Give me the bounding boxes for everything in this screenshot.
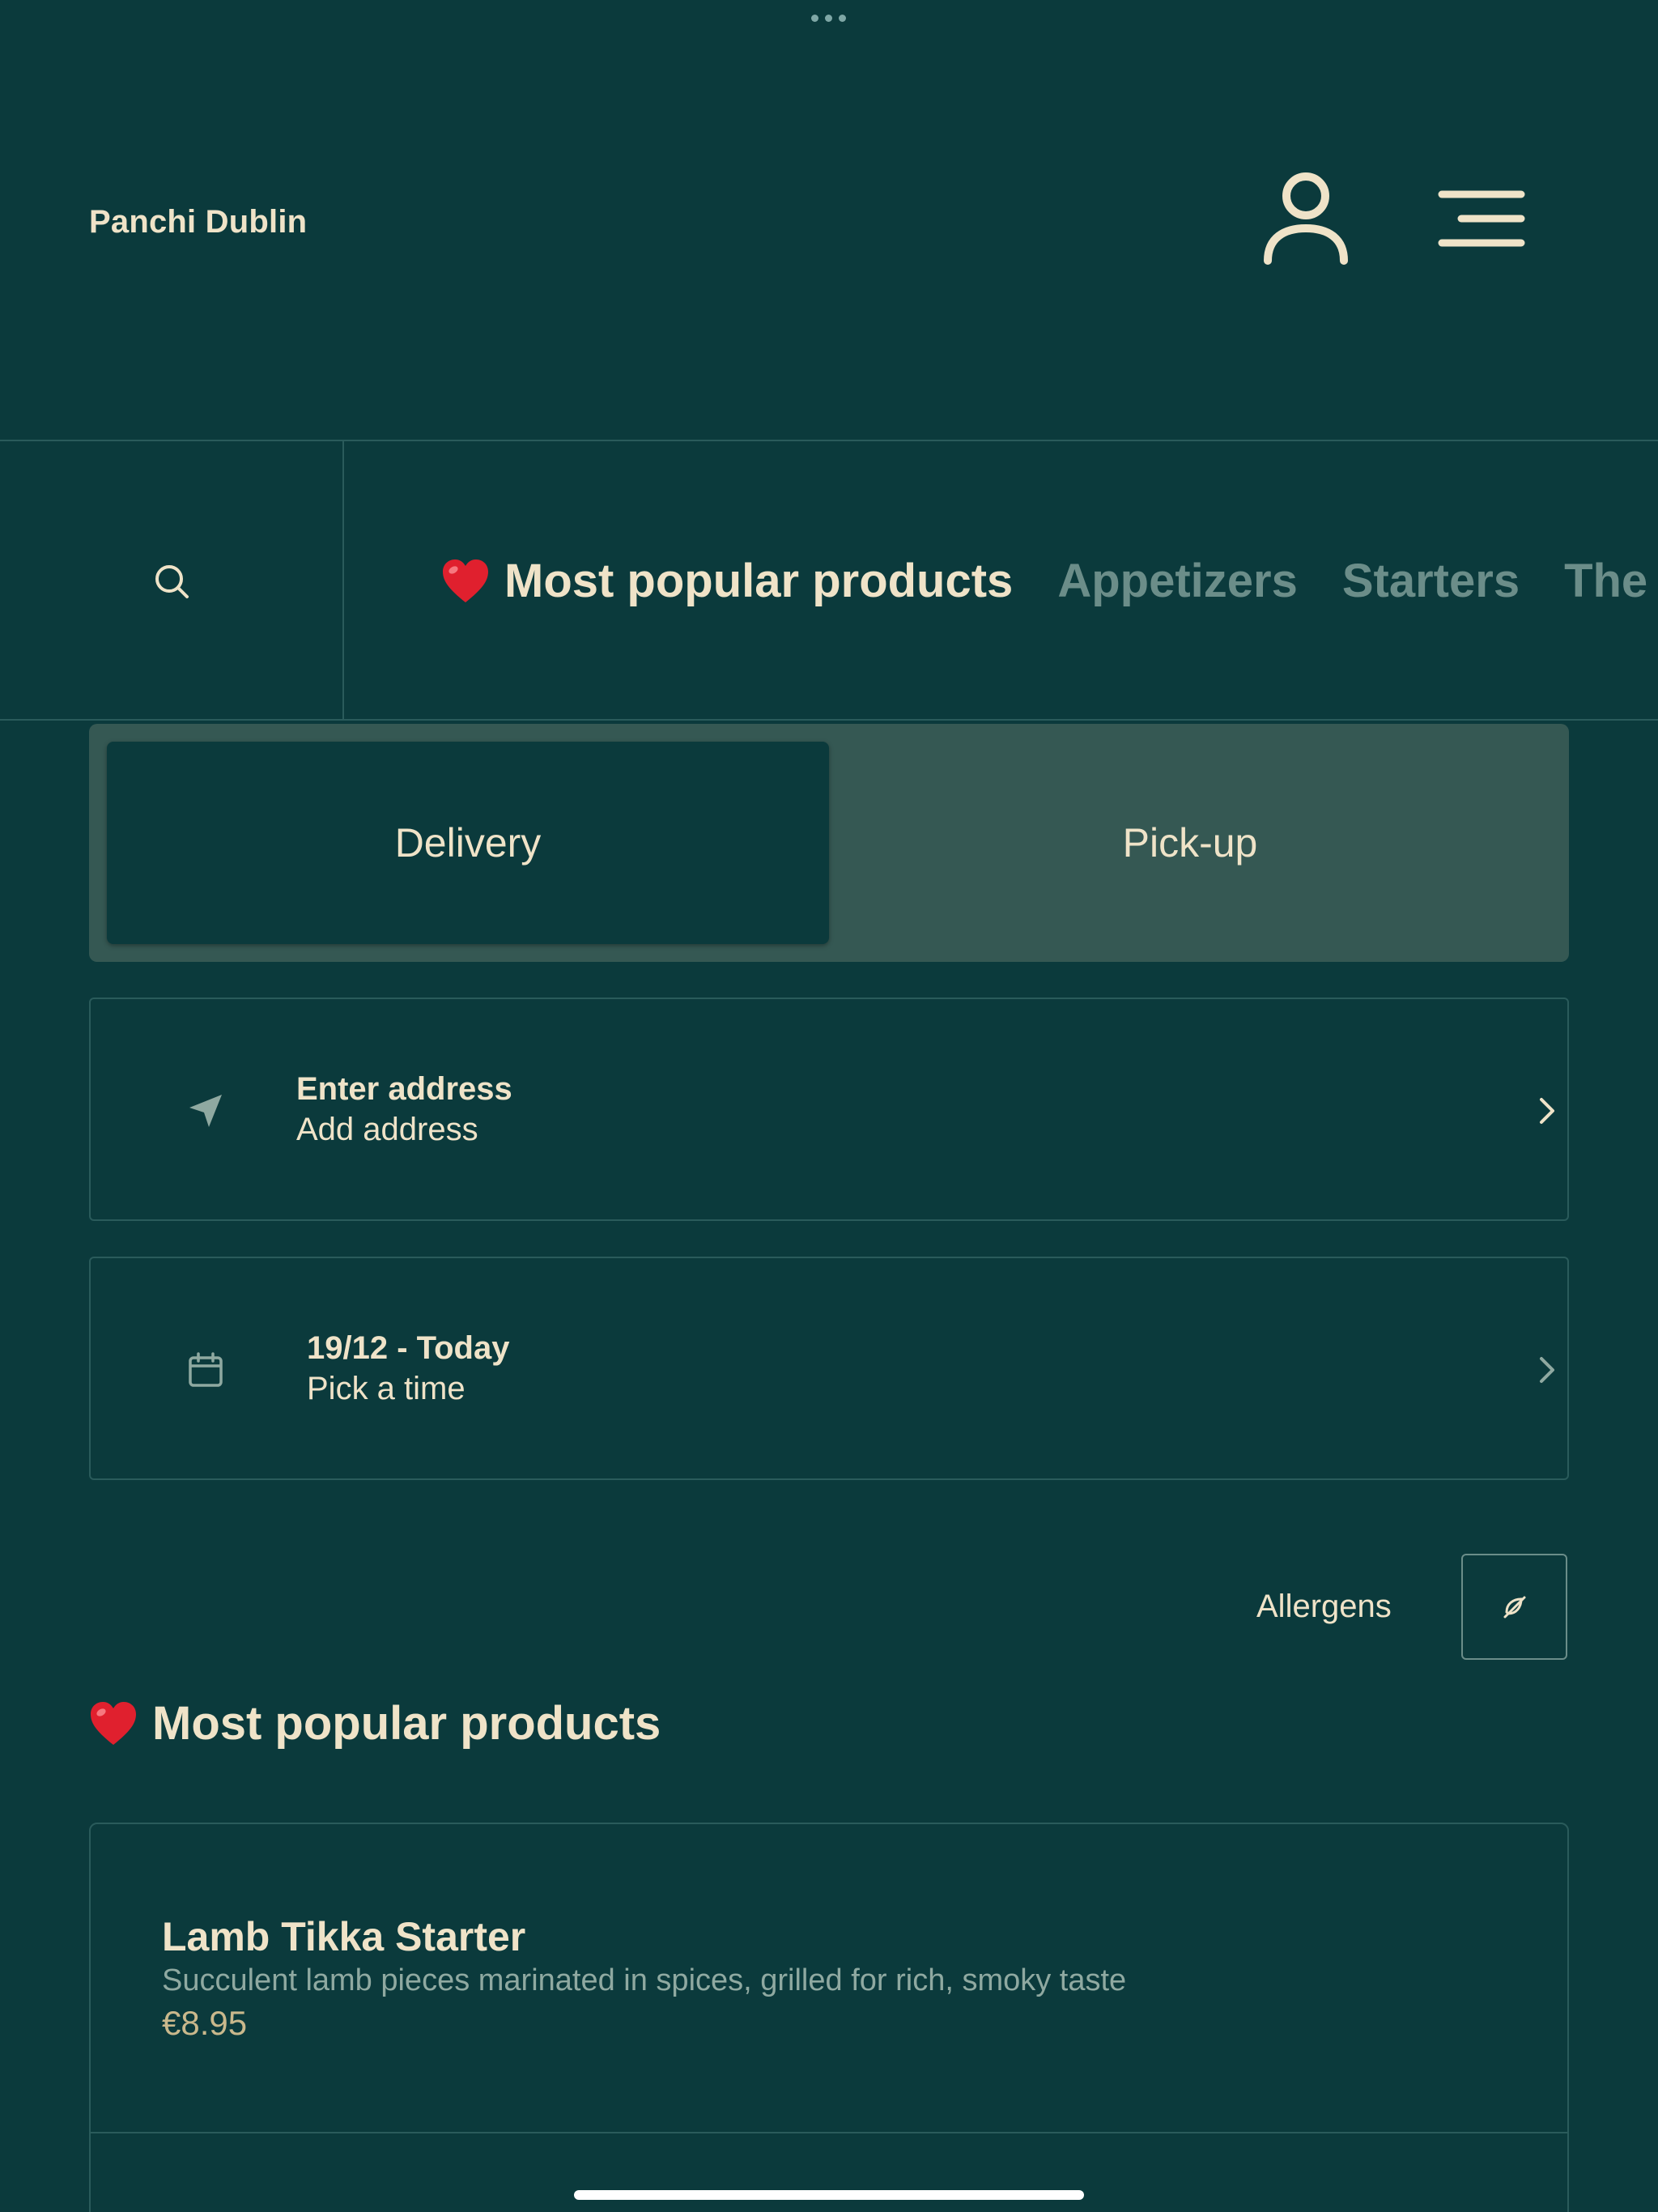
address-card[interactable]: Enter address Add address: [89, 998, 1569, 1221]
app-header: Panchi Dublin: [0, 0, 1658, 441]
tab-label: The: [1564, 555, 1648, 607]
tab-the[interactable]: The: [1564, 554, 1647, 608]
product-card[interactable]: Lamb Tikka Starter Succulent lamb pieces…: [89, 1823, 1569, 2212]
tab-appetizers[interactable]: Appetizers: [1057, 554, 1298, 608]
chevron-right-icon: [1524, 1346, 1572, 1394]
allergens-label: Allergens: [1256, 1589, 1392, 1624]
product-description: Succulent lamb pieces marinated in spice…: [162, 1963, 1127, 1997]
address-subtitle: Add address: [296, 1112, 478, 1147]
address-text: Enter address Add address: [296, 1069, 512, 1150]
schedule-subtitle: Pick a time: [307, 1371, 466, 1406]
divider: [91, 2132, 1567, 2133]
hamburger-menu-icon: [1438, 190, 1525, 247]
heart-icon: [443, 559, 488, 602]
product-name: Lamb Tikka Starter: [162, 1914, 526, 1959]
user-icon: [1264, 172, 1348, 265]
delivery-option[interactable]: Delivery: [107, 742, 829, 944]
allergen-filter-icon: [1503, 1596, 1525, 1618]
brand-name: Panchi Dublin: [89, 204, 308, 240]
home-indicator[interactable]: [574, 2190, 1084, 2200]
category-nav: Most popular products Appetizers Starter…: [0, 441, 1658, 721]
location-arrow-icon: [180, 1085, 232, 1137]
tab-label: Most popular products: [504, 555, 1014, 607]
tab-most-popular[interactable]: Most popular products: [441, 554, 1013, 608]
calendar-icon: [180, 1344, 232, 1396]
category-tabs: Most popular products Appetizers Starter…: [441, 441, 1658, 719]
search-button[interactable]: [0, 441, 344, 719]
section-title-text: Most popular products: [152, 1697, 661, 1750]
pickup-option[interactable]: Pick-up: [829, 742, 1551, 944]
order-type-toggle: Delivery Pick-up: [89, 724, 1569, 962]
schedule-text: 19/12 - Today Pick a time: [307, 1328, 509, 1409]
tab-label: Appetizers: [1057, 555, 1298, 607]
schedule-title: 19/12 - Today: [307, 1330, 510, 1366]
allergens-button[interactable]: [1461, 1554, 1567, 1660]
schedule-card[interactable]: 19/12 - Today Pick a time: [89, 1257, 1569, 1480]
address-title: Enter address: [296, 1071, 512, 1107]
section-title: Most popular products: [89, 1696, 661, 1750]
page: Panchi Dublin Most popular products Appe…: [0, 0, 1658, 2212]
tab-label: Starters: [1341, 555, 1520, 607]
menu-button[interactable]: [1425, 162, 1538, 275]
search-icon: [155, 564, 189, 598]
account-button[interactable]: [1249, 162, 1363, 275]
heart-icon: [91, 1701, 136, 1745]
tab-starters[interactable]: Starters: [1342, 554, 1520, 608]
chevron-right-icon: [1524, 1087, 1572, 1135]
product-price: €8.95: [162, 2004, 248, 2042]
